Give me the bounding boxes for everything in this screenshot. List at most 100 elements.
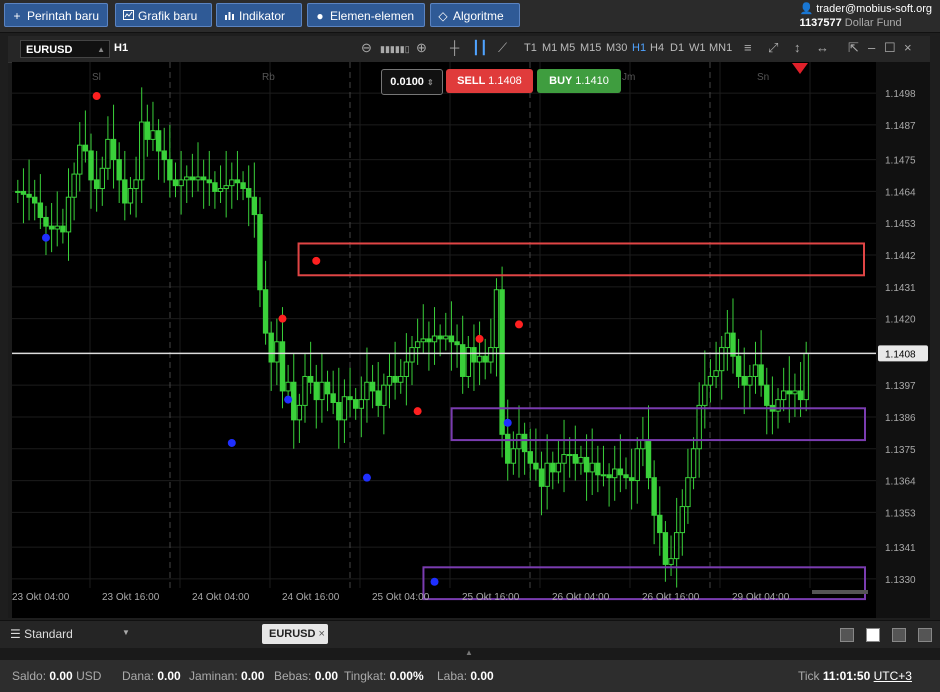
elements-button[interactable]: ● Elemen-elemen: [307, 3, 425, 27]
candle-body: [358, 399, 365, 409]
timeframe-w1[interactable]: W1: [689, 42, 706, 54]
fund-name: Dollar Fund: [844, 17, 902, 29]
layout-rows-icon[interactable]: [918, 628, 932, 642]
candle-body: [476, 355, 483, 363]
price-tick-label: 1.1464: [885, 187, 916, 198]
zoom-out-icon[interactable]: ⊖: [361, 40, 372, 56]
zoom-in-icon[interactable]: ⊕: [416, 40, 427, 56]
candle-body: [555, 462, 562, 473]
new-order-button[interactable]: + Perintah baru: [4, 3, 108, 27]
buy-button[interactable]: BUY 1.1410: [537, 69, 621, 93]
horizontal-line-icon[interactable]: ↔: [816, 40, 829, 55]
close-icon[interactable]: ×: [904, 40, 912, 55]
candle-body: [26, 193, 32, 198]
timeframe-d1[interactable]: D1: [670, 42, 684, 54]
price-tick-label: 1.1386: [885, 413, 916, 424]
user-info[interactable]: 👤 trader@mobius-soft.org 1137577 Dollar …: [800, 2, 932, 30]
bar-chart-icon: [223, 4, 235, 28]
candle-body: [516, 433, 522, 450]
sell-button[interactable]: SELL 1.1408: [446, 69, 533, 93]
candle-body: [172, 179, 179, 187]
layout-selector[interactable]: ☰ Standard ▼: [10, 627, 130, 641]
layout-grid-icon[interactable]: [866, 628, 880, 642]
candle-body: [606, 474, 612, 479]
chart-scrollbar: [812, 590, 868, 594]
candle-body: [651, 477, 657, 516]
candle-body: [240, 182, 246, 190]
timezone-selector[interactable]: UTC+3: [874, 669, 912, 683]
minimize-icon[interactable]: –: [868, 40, 875, 55]
candle-body: [330, 393, 336, 403]
user-email: trader@mobius-soft.org: [816, 3, 932, 15]
timeframe-h1[interactable]: H1: [632, 42, 646, 54]
trendline-icon[interactable]: ⤢: [768, 40, 778, 56]
candle-body: [54, 225, 60, 230]
candle-body: [20, 190, 27, 195]
candle-body: [488, 347, 494, 363]
timeframe-mn1[interactable]: MN1: [709, 42, 732, 54]
candle-body: [612, 468, 618, 479]
price-tick-label: 1.1375: [885, 445, 916, 456]
candle-body: [262, 289, 269, 334]
layout-columns-icon[interactable]: [892, 628, 906, 642]
candle-body: [155, 130, 162, 152]
draw-tools-icon[interactable]: ≡: [744, 40, 752, 55]
panel-splitter[interactable]: ▲: [0, 648, 940, 660]
candle-body: [724, 332, 731, 349]
candle-body: [116, 159, 122, 181]
candle-body: [623, 474, 629, 479]
candle-body: [786, 390, 792, 395]
volume-input[interactable]: 0.0100 ⇕: [381, 69, 443, 95]
bar-type-icon[interactable]: ┼: [450, 40, 459, 55]
vertical-line-icon[interactable]: ↕: [794, 40, 801, 55]
maximize-icon[interactable]: ☐: [884, 40, 896, 56]
candle-body: [617, 468, 624, 476]
timeframe-m15[interactable]: M15: [580, 42, 601, 54]
time-tick-label: 24 Okt 04:00: [192, 592, 250, 603]
candle-body: [341, 396, 348, 421]
price-chart[interactable]: Sl Rb Jm Sn 23 Okt 04:00 23 Okt 16:00 24 Okt 0…: [12, 62, 876, 618]
candle-body: [257, 214, 263, 291]
price-tick-label: 1.1453: [885, 219, 916, 230]
candle-body: [578, 456, 584, 464]
timeframe-h4[interactable]: H4: [650, 42, 664, 54]
end-of-data-marker: [792, 63, 808, 74]
candle-body: [279, 341, 286, 392]
candle-body: [696, 404, 702, 450]
candle-body: [550, 462, 556, 473]
margin-level: Tingkat: 0.00%: [344, 669, 424, 683]
current-timeframe: H1: [114, 42, 129, 54]
timeframe-m5[interactable]: M5: [560, 42, 575, 54]
zoom-slider[interactable]: ▮▮▮▮▮▯: [380, 44, 410, 55]
buy-signal-dot: [227, 438, 236, 447]
candle-body: [499, 289, 505, 435]
candle-body: [212, 182, 218, 192]
detach-icon[interactable]: ⇱: [848, 40, 859, 56]
spinner-icon: ⇕: [427, 78, 434, 87]
symbol-selector[interactable]: EURUSD ▲: [20, 40, 110, 58]
candle-type-icon[interactable]: ┃┃: [472, 40, 488, 56]
server-time: Tick 11:01:50 UTC+3: [798, 669, 912, 683]
candle-body: [758, 364, 764, 386]
candle-body: [217, 188, 224, 192]
algorithm-button[interactable]: ◇ Algoritme: [430, 3, 520, 27]
tab-eurusd[interactable]: EURUSD ×: [262, 624, 328, 644]
candle-body: [409, 347, 415, 363]
candle-body: [161, 150, 167, 161]
candle-body: [454, 341, 460, 346]
timeframe-m30[interactable]: M30: [606, 42, 627, 54]
buy-signal-dot: [284, 395, 293, 404]
close-tab-icon[interactable]: ×: [319, 628, 325, 640]
candle-body: [443, 335, 449, 340]
price-tick-label: 1.1475: [885, 156, 916, 167]
timeframe-m1[interactable]: M1: [542, 42, 557, 54]
layout-single-icon[interactable]: [840, 628, 854, 642]
candle-body: [369, 381, 376, 392]
timeframe-t1[interactable]: T1: [524, 42, 537, 54]
indicator-button[interactable]: Indikator: [216, 3, 302, 27]
candle-body: [178, 179, 184, 187]
line-type-icon[interactable]: ⟋: [498, 40, 507, 56]
candle-body: [268, 332, 274, 363]
user-icon: 👤: [799, 3, 814, 15]
new-chart-button[interactable]: Grafik baru: [115, 3, 212, 27]
